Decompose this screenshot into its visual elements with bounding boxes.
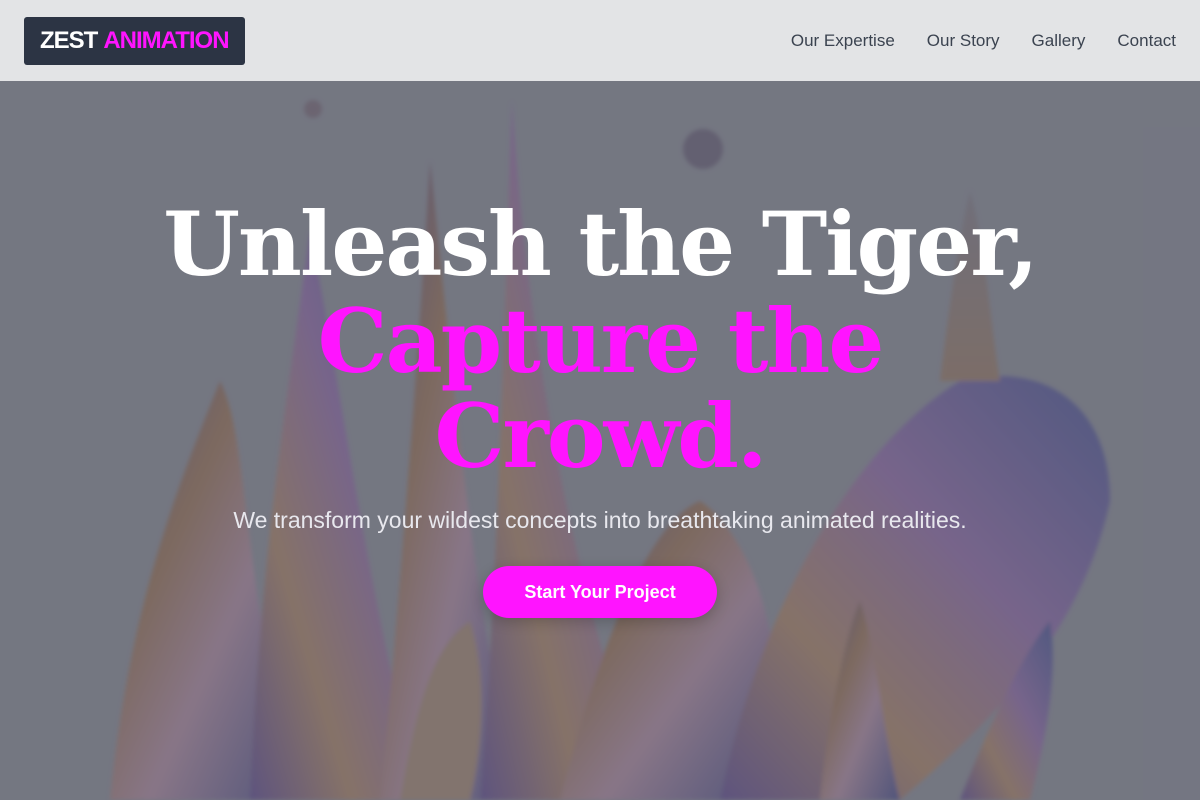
hero-section: Unleash the Tiger, Capture the Crowd. We… <box>0 81 1200 800</box>
nav-link-our-story[interactable]: Our Story <box>927 31 1000 51</box>
hero-subtitle: We transform your wildest concepts into … <box>233 507 967 533</box>
hero-headline-line1: Unleash the Tiger, <box>163 192 1039 296</box>
nav-link-our-expertise[interactable]: Our Expertise <box>791 31 895 51</box>
nav-link-gallery[interactable]: Gallery <box>1032 31 1086 51</box>
main-nav: Our Expertise Our Story Gallery Contact <box>791 31 1176 51</box>
hero-headline-line3: Crowd. <box>434 384 767 488</box>
brand-name-primary: ZEST <box>40 26 98 54</box>
hero-headline-line2: Capture the <box>317 289 885 393</box>
brand-logo[interactable]: ZEST ANIMATION <box>24 16 245 65</box>
brand-name-accent: ANIMATION <box>103 26 229 54</box>
start-project-button[interactable]: Start Your Project <box>483 566 717 618</box>
hero-content: Unleash the Tiger, Capture the Crowd. We… <box>0 81 1200 800</box>
nav-link-contact[interactable]: Contact <box>1117 31 1176 51</box>
site-header: ZEST ANIMATION Our Expertise Our Story Ga… <box>0 0 1200 81</box>
